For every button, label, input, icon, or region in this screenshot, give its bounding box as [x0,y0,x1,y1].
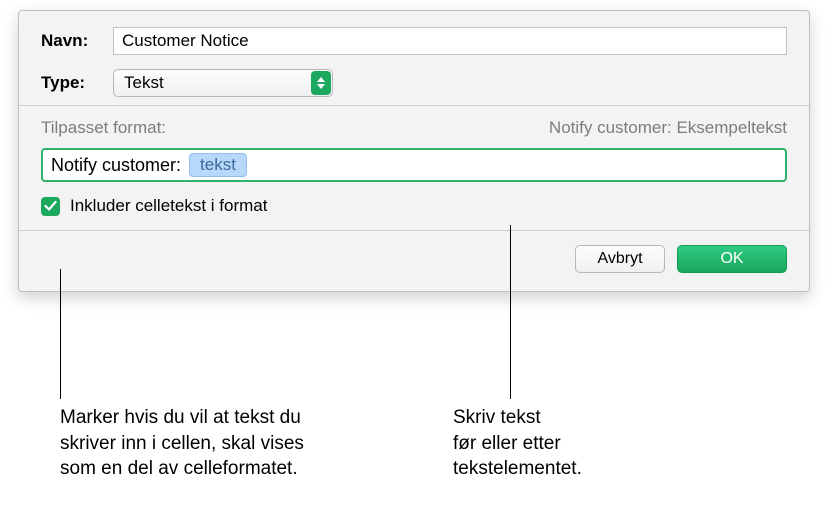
cancel-button-label: Avbryt [597,250,642,268]
include-celltext-checkbox[interactable] [41,197,60,216]
format-header-label: Tilpasset format: [41,118,166,138]
format-field[interactable]: Notify customer: tekst [41,148,787,182]
divider [19,105,809,106]
format-prefix-text: Notify customer: [51,155,181,176]
cancel-button[interactable]: Avbryt [575,245,665,273]
type-select[interactable]: Tekst [113,69,333,97]
type-label: Type: [41,73,113,93]
name-input[interactable] [113,27,787,55]
callout-left-text: Marker hvis du vil at tekst du skriver i… [60,405,400,482]
custom-format-dialog: Navn: Type: Tekst Tilpasset format: Noti… [18,10,810,292]
ok-button[interactable]: OK [677,245,787,273]
include-celltext-label: Inkluder celletekst i format [70,196,267,216]
format-token-tekst[interactable]: tekst [189,153,247,177]
callout-line-right [510,225,511,399]
checkmark-icon [44,200,57,212]
divider [19,230,809,231]
dropdown-arrows-icon [311,71,331,95]
type-value: Tekst [124,73,164,93]
callout-right-text: Skriv tekst før eller etter tekstelement… [453,405,673,482]
format-preview: Notify customer: Eksempeltekst [549,118,787,138]
name-label: Navn: [41,31,113,51]
ok-button-label: OK [720,250,743,268]
callout-line-left [60,269,61,399]
